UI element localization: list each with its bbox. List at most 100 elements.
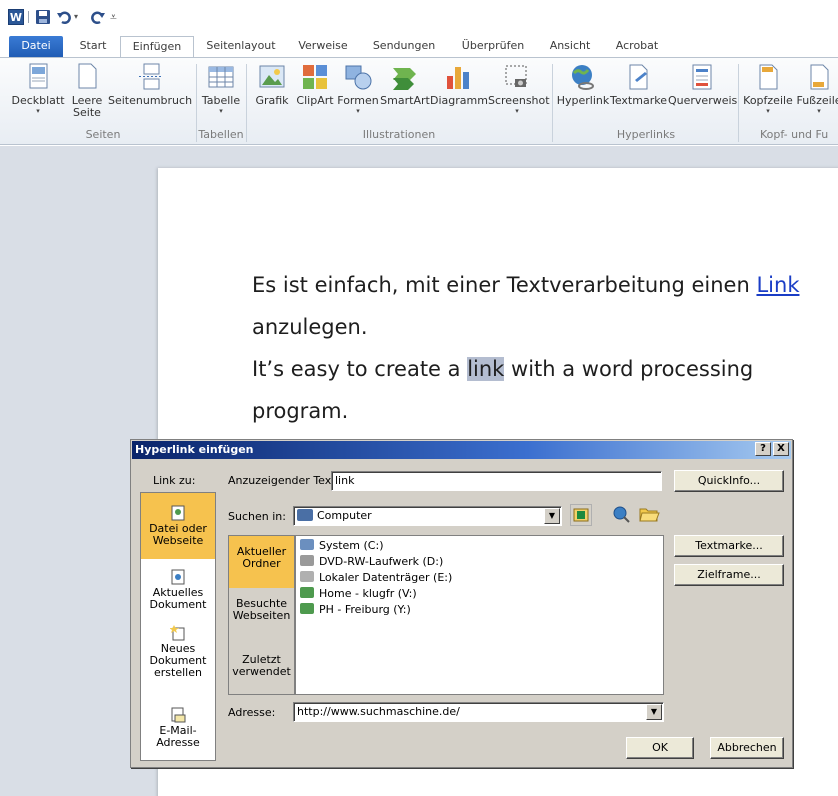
globe-search-icon xyxy=(613,506,630,523)
target-frame-button[interactable]: Zielframe... xyxy=(674,564,784,586)
browse-web-button[interactable] xyxy=(611,504,633,526)
bookmark-dialog-button[interactable]: Textmarke... xyxy=(674,535,784,557)
table-label: Tabelle xyxy=(201,94,241,107)
footer-label: Fußzeile xyxy=(796,94,838,107)
tab-seitenlayout[interactable]: Seitenlayout xyxy=(200,36,282,58)
paragraph-text: Es ist einfach, mit einer Textverarbeitu… xyxy=(252,273,757,297)
file-list[interactable]: System (C:) DVD-RW-Laufwerk (D:) Lokaler… xyxy=(295,535,664,695)
chevron-down-icon[interactable]: ▼ xyxy=(646,704,662,720)
shapes-button[interactable]: Formen ▾ xyxy=(336,62,380,115)
dropdown-arrow-icon: ▾ xyxy=(766,107,770,115)
look-in-select[interactable]: Computer ▼ xyxy=(293,506,562,526)
cover-page-button[interactable]: Deckblatt ▾ xyxy=(10,62,66,115)
dialog-title-bar[interactable]: Hyperlink einfügen xyxy=(132,441,791,459)
table-icon xyxy=(206,62,236,92)
smartart-button[interactable]: SmartArt xyxy=(380,62,430,107)
file-label: Lokaler Datenträger (E:) xyxy=(319,571,453,584)
group-separator xyxy=(738,64,739,142)
undo-dropdown-icon[interactable]: ▾ xyxy=(74,9,90,25)
bookmark-button[interactable]: Textmarke xyxy=(610,62,667,107)
nav-current-folder[interactable]: Aktueller Ordner xyxy=(229,536,294,588)
screenshot-button[interactable]: Screenshot ▾ xyxy=(488,62,550,115)
word-app-icon[interactable]: W xyxy=(8,9,24,25)
picture-icon xyxy=(257,62,287,92)
tab-acrobat[interactable]: Acrobat xyxy=(606,36,668,58)
file-label: PH - Freiburg (Y:) xyxy=(319,603,411,616)
quickinfo-button[interactable]: QuickInfo... xyxy=(674,470,784,492)
page-break-label: Seitenumbruch xyxy=(108,94,193,107)
cross-reference-icon xyxy=(687,62,717,92)
hyperlink-label: Hyperlink xyxy=(556,94,610,107)
browse-file-button[interactable] xyxy=(638,504,660,526)
redo-icon[interactable] xyxy=(90,9,106,25)
paragraph-text: It’s easy to create a xyxy=(252,357,468,381)
list-item[interactable]: DVD-RW-Laufwerk (D:) xyxy=(300,554,443,570)
footer-button[interactable]: Fußzeile ▾ xyxy=(796,62,838,115)
chevron-down-icon[interactable]: ▼ xyxy=(544,508,560,524)
quick-access-toolbar: W ▾ ⩡ xyxy=(0,0,838,34)
nav-browsed-pages[interactable]: Besuchte Webseiten xyxy=(229,598,294,638)
blank-page-button[interactable]: Leere Seite xyxy=(68,62,106,119)
header-button[interactable]: Kopfzeile ▾ xyxy=(742,62,794,115)
place-file-or-webpage[interactable]: Datei oder Webseite xyxy=(141,493,215,559)
address-input[interactable]: http://www.suchmaschine.de/ ▼ xyxy=(293,702,664,722)
file-web-icon xyxy=(170,505,186,521)
tab-verweise[interactable]: Verweise xyxy=(292,36,354,58)
undo-icon[interactable] xyxy=(56,9,72,25)
tab-start[interactable]: Start xyxy=(72,36,114,58)
page-break-button[interactable]: Seitenumbruch xyxy=(108,62,192,107)
group-separator xyxy=(552,64,553,142)
place-new-document[interactable]: Neues Dokument erstellen xyxy=(141,625,215,685)
place-label: Datei oder Webseite xyxy=(149,522,207,547)
picture-button[interactable]: Grafik xyxy=(252,62,292,107)
chart-button[interactable]: Diagramm xyxy=(430,62,488,107)
customize-toolbar-icon[interactable]: ⩡ xyxy=(110,9,126,25)
save-icon[interactable] xyxy=(35,9,51,25)
display-text-input[interactable]: link xyxy=(331,471,662,491)
dvd-drive-icon xyxy=(300,555,314,566)
tab-sendungen[interactable]: Sendungen xyxy=(364,36,444,58)
close-button[interactable]: X xyxy=(773,442,789,456)
tab-einfuegen[interactable]: Einfügen xyxy=(120,36,194,59)
dropdown-arrow-icon: ▾ xyxy=(356,107,360,115)
list-item[interactable]: Home - klugfr (V:) xyxy=(300,586,417,602)
header-label: Kopfzeile xyxy=(743,94,793,107)
dropdown-arrow-icon: ▾ xyxy=(817,107,821,115)
hyperlink-text[interactable]: Link xyxy=(756,273,799,297)
blank-page-label: Leere Seite xyxy=(71,94,103,119)
paragraph-german: Es ist einfach, mit einer Textverarbeitu… xyxy=(252,264,838,348)
computer-icon xyxy=(297,509,313,521)
insert-hyperlink-dialog: Hyperlink einfügen ? X Link zu: Anzuzeig… xyxy=(130,439,793,768)
place-label: E-Mail-Adresse xyxy=(156,724,200,749)
tab-ansicht[interactable]: Ansicht xyxy=(542,36,598,58)
list-item[interactable]: PH - Freiburg (Y:) xyxy=(300,602,411,618)
up-one-folder-button[interactable] xyxy=(570,504,592,526)
network-drive-icon xyxy=(300,587,314,598)
nav-recent-files[interactable]: Zuletzt verwendet xyxy=(229,654,294,694)
hyperlink-button[interactable]: Hyperlink xyxy=(556,62,610,107)
place-label: Aktuelles Dokument xyxy=(149,586,207,611)
selected-text[interactable]: link xyxy=(467,357,505,381)
clipart-button[interactable]: ClipArt xyxy=(294,62,336,107)
ribbon-tabs: Datei Start Einfügen Seitenlayout Verwei… xyxy=(0,34,838,59)
list-item[interactable]: Lokaler Datenträger (E:) xyxy=(300,570,452,586)
page-break-icon xyxy=(135,62,165,92)
paragraph-text: anzulegen. xyxy=(252,315,368,339)
clipart-icon xyxy=(300,62,330,92)
cross-reference-button[interactable]: Querverweis xyxy=(668,62,737,107)
place-current-document[interactable]: Aktuelles Dokument xyxy=(141,569,215,619)
ok-button[interactable]: OK xyxy=(626,737,694,759)
list-item[interactable]: System (C:) xyxy=(300,538,384,554)
network-drive-icon xyxy=(300,603,314,614)
place-email-address[interactable]: E-Mail-Adresse xyxy=(141,707,215,749)
help-button[interactable]: ? xyxy=(755,442,771,456)
tab-datei[interactable]: Datei xyxy=(9,36,63,58)
cancel-button[interactable]: Abbrechen xyxy=(710,737,784,759)
tab-ueberpruefen[interactable]: Überprüfen xyxy=(454,36,532,58)
paragraph-english: It’s easy to create a link with a word p… xyxy=(252,348,838,432)
link-to-label: Link zu: xyxy=(153,474,196,487)
look-in-value: Computer xyxy=(317,509,372,522)
system-drive-icon xyxy=(300,539,314,550)
smartart-label: SmartArt xyxy=(380,94,430,107)
table-button[interactable]: Tabelle ▾ xyxy=(198,62,244,115)
